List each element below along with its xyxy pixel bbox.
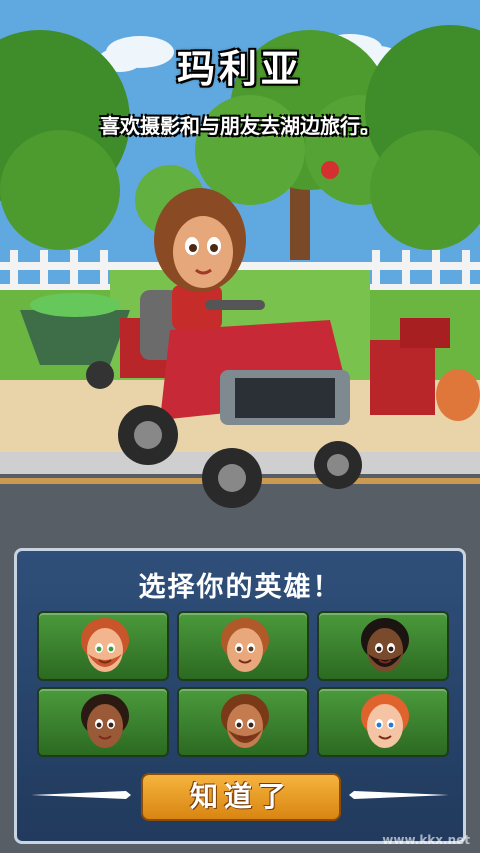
confirm-button[interactable]: 知道了 <box>141 773 341 821</box>
hero-card[interactable] <box>317 611 449 681</box>
watermark: www.kkx.net <box>382 833 470 847</box>
hero-card[interactable] <box>37 687 169 757</box>
right-arrow-decoration <box>349 791 449 799</box>
hero-avatar-icon <box>361 694 409 748</box>
left-arrow-decoration <box>31 791 131 799</box>
hero-description: 喜欢摄影和与朋友去湖边旅行。 <box>100 114 380 138</box>
hero-name: 玛利亚 <box>176 47 303 91</box>
hero-card[interactable] <box>317 687 449 757</box>
hero-avatar-icon <box>361 618 409 672</box>
hero-card[interactable] <box>37 611 169 681</box>
hero-select-panel: 选择你的英雄！ 知道了 <box>14 548 466 844</box>
hero-avatar-icon <box>81 694 129 748</box>
panel-title: 选择你的英雄！ <box>138 572 342 603</box>
hero-avatar-icon <box>221 618 269 672</box>
hero-card[interactable] <box>177 611 309 681</box>
hero-grid <box>37 611 449 757</box>
hero-avatar-icon <box>81 618 129 672</box>
hero-card[interactable] <box>177 687 309 757</box>
hero-avatar-icon <box>221 694 269 748</box>
